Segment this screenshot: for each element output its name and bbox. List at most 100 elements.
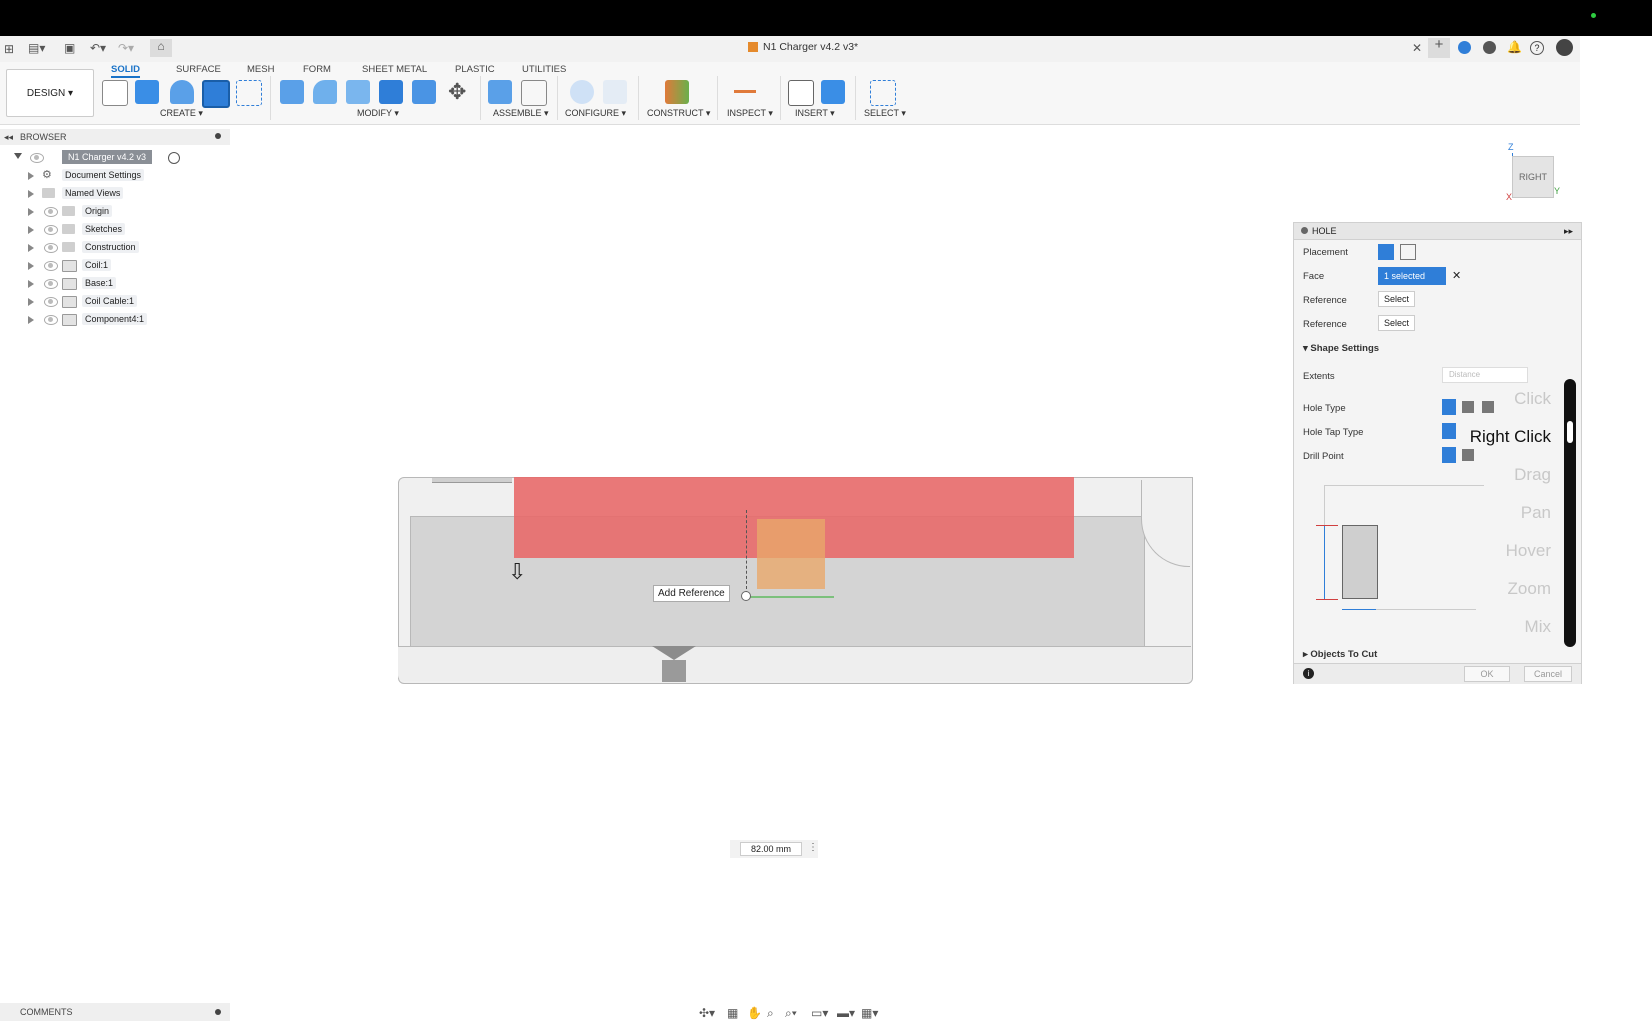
tab-form[interactable]: FORM [303, 64, 331, 75]
tab-mesh[interactable]: MESH [247, 64, 274, 75]
press-pull-icon[interactable] [280, 80, 304, 104]
design-workspace-button[interactable]: DESIGN ▾ [6, 69, 94, 117]
configure-table-icon[interactable] [603, 80, 627, 104]
close-tab-icon[interactable]: ✕ [1412, 41, 1422, 55]
expand-arrow-icon[interactable] [28, 208, 34, 216]
tab-utilities[interactable]: UTILITIES [522, 64, 566, 75]
browser-item-component4[interactable]: Component4:1 [28, 312, 228, 328]
expand-arrow-icon[interactable] [28, 172, 34, 180]
visibility-eye-icon[interactable] [44, 297, 58, 307]
pan-icon[interactable]: ✋ [747, 1006, 762, 1020]
zoom-icon[interactable]: ⌕ [767, 1006, 774, 1020]
orbit-icon[interactable]: ✣▾ [699, 1006, 715, 1020]
cancel-button[interactable]: Cancel [1524, 666, 1572, 682]
assemble-menu[interactable]: ASSEMBLE ▾ [493, 108, 549, 119]
browser-item-document-settings[interactable]: ⚙ Document Settings [28, 168, 228, 184]
select-menu[interactable]: SELECT ▾ [864, 108, 906, 119]
new-component-icon[interactable] [135, 80, 159, 104]
expand-arrow-icon[interactable] [14, 153, 22, 159]
shell-icon[interactable] [379, 80, 403, 104]
collapse-browser-icon[interactable]: ◂◂ [4, 132, 13, 143]
viewports-icon[interactable]: ▦▾ [861, 1006, 878, 1020]
app-grid-icon[interactable]: ⊞ [4, 42, 14, 56]
file-menu-icon[interactable]: ▤▾ [28, 41, 45, 55]
reference1-select[interactable]: Select [1378, 291, 1416, 307]
multiple-holes-icon[interactable] [1400, 244, 1416, 260]
notifications-icon[interactable]: 🔔 [1507, 40, 1522, 54]
modify-menu[interactable]: MODIFY ▾ [357, 108, 399, 119]
browser-item-coil[interactable]: Coil:1 [28, 258, 228, 274]
visibility-eye-icon[interactable] [30, 153, 44, 163]
simple-hole-icon[interactable] [1442, 399, 1456, 415]
visibility-eye-icon[interactable] [44, 279, 58, 289]
save-icon[interactable]: ▣ [64, 41, 75, 55]
browser-item-construction[interactable]: Construction [28, 240, 228, 256]
visibility-eye-icon[interactable] [44, 315, 58, 325]
create-menu[interactable]: CREATE ▾ [160, 108, 203, 119]
dimension-input[interactable]: 82.00 mm [740, 842, 802, 856]
visibility-eye-icon[interactable] [44, 225, 58, 235]
hole-icon[interactable] [202, 80, 230, 108]
select-box-icon[interactable] [870, 80, 896, 106]
extents-dropdown[interactable]: Distance [1442, 367, 1528, 383]
combine-icon[interactable] [412, 80, 436, 104]
overlay-scrollbar[interactable] [1564, 379, 1576, 647]
expand-arrow-icon[interactable] [28, 190, 34, 198]
new-tab-icon[interactable]: + [1428, 37, 1450, 58]
comments-bar[interactable]: COMMENTS [0, 1003, 230, 1021]
countersink-icon[interactable] [1482, 401, 1494, 413]
hole-preview[interactable] [757, 519, 825, 589]
browser-item-origin[interactable]: Origin [28, 204, 228, 220]
expand-arrow-icon[interactable] [28, 298, 34, 306]
chamfer-icon[interactable] [346, 80, 370, 104]
extensions-icon[interactable] [1458, 41, 1471, 54]
single-hole-icon[interactable] [1378, 244, 1394, 260]
browser-item-sketches[interactable]: Sketches [28, 222, 228, 238]
configure-icon[interactable] [570, 80, 594, 104]
browser-pin-icon[interactable] [215, 133, 221, 139]
undo-icon[interactable]: ↶▾ [90, 41, 106, 55]
dimension-more-icon[interactable]: ⋮ [808, 842, 818, 853]
expand-arrow-icon[interactable] [28, 316, 34, 324]
measure-icon[interactable] [734, 90, 756, 93]
browser-item-named-views[interactable]: Named Views [28, 186, 228, 202]
tab-surface[interactable]: SURFACE [176, 64, 221, 75]
construct-menu[interactable]: CONSTRUCT ▾ [647, 108, 710, 119]
grid-settings-icon[interactable]: ▬▾ [837, 1006, 855, 1020]
shape-settings-toggle[interactable]: ▾ Shape Settings [1303, 343, 1379, 354]
look-at-icon[interactable]: ▦ [727, 1006, 738, 1020]
ok-button[interactable]: OK [1464, 666, 1510, 682]
job-status-icon[interactable] [1483, 41, 1496, 54]
inspect-menu[interactable]: INSPECT ▾ [727, 108, 773, 119]
expand-arrow-icon[interactable] [28, 244, 34, 252]
expand-arrow-icon[interactable] [28, 262, 34, 270]
objects-to-cut-toggle[interactable]: ▸ Objects To Cut [1303, 649, 1377, 660]
flat-drill-point-icon[interactable] [1442, 447, 1456, 463]
insert-menu[interactable]: INSERT ▾ [795, 108, 835, 119]
move-icon[interactable]: ✥ [448, 80, 466, 104]
pattern-icon[interactable] [236, 80, 262, 106]
angled-drill-point-icon[interactable] [1462, 449, 1474, 461]
insert-image-icon[interactable] [821, 80, 845, 104]
face-selection[interactable]: 1 selected [1378, 267, 1446, 285]
visibility-eye-icon[interactable] [44, 243, 58, 253]
clear-selection-icon[interactable]: ✕ [1452, 269, 1461, 282]
tab-plastic[interactable]: PLASTIC [455, 64, 495, 75]
tab-sheet-metal[interactable]: SHEET METAL [362, 64, 427, 75]
insert-derive-icon[interactable] [788, 80, 814, 106]
hole-center-point[interactable] [741, 591, 751, 601]
expand-dialog-icon[interactable]: ▸▸ [1564, 226, 1573, 237]
redo-icon[interactable]: ↷▾ [118, 41, 134, 55]
counterbore-icon[interactable] [1462, 401, 1474, 413]
configure-menu[interactable]: CONFIGURE ▾ [565, 108, 626, 119]
reference2-select[interactable]: Select [1378, 315, 1416, 331]
activate-radio-icon[interactable] [168, 152, 180, 164]
visibility-eye-icon[interactable] [44, 207, 58, 217]
construct-plane-icon[interactable] [665, 80, 689, 104]
browser-item-coil-cable[interactable]: Coil Cable:1 [28, 294, 228, 310]
create-sketch-icon[interactable] [102, 80, 128, 106]
avatar[interactable] [1556, 39, 1573, 56]
expand-arrow-icon[interactable] [28, 226, 34, 234]
tab-solid[interactable]: SOLID [111, 64, 141, 78]
joint-icon[interactable] [521, 80, 547, 106]
